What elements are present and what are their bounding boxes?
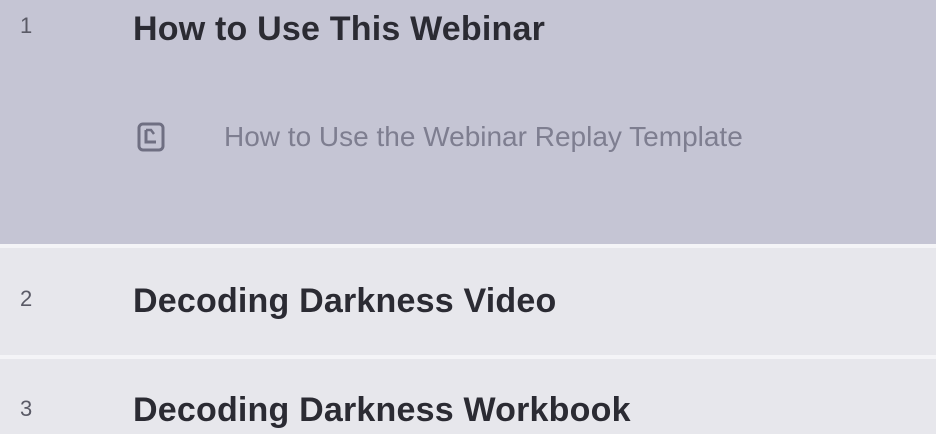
module-title[interactable]: Decoding Darkness Workbook [133,391,631,430]
module-item-2[interactable]: 2 Decoding Darkness Video [0,248,936,355]
document-icon [136,121,166,153]
module-title[interactable]: How to Use This Webinar [133,10,545,49]
module-number: 1 [20,13,33,38]
module-title[interactable]: Decoding Darkness Video [133,282,556,321]
module-number: 2 [20,286,33,311]
lesson-label[interactable]: How to Use the Webinar Replay Template [224,121,743,153]
module-item-1[interactable]: 1 How to Use This Webinar How to Use the… [0,0,936,244]
module-item-3[interactable]: 3 Decoding Darkness Workbook [0,359,936,434]
lesson-item[interactable]: How to Use the Webinar Replay Template [136,117,743,157]
module-number: 3 [20,396,33,421]
